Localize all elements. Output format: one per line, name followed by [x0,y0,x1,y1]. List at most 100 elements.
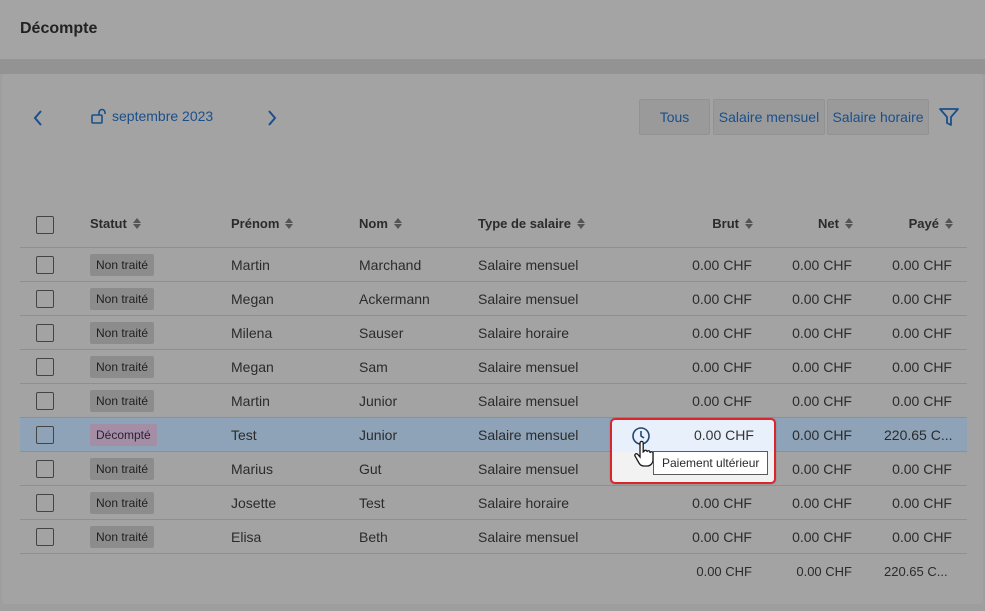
table-header: Statut Prénom Nom Type de salaire Brut N… [20,206,967,248]
totals-row: 0.00 CHF 0.00 CHF 220.65 C... [20,556,967,586]
row-checkbox[interactable] [36,460,54,478]
highlight-frame [610,418,776,484]
table-row[interactable]: Non traité Martin Junior Salaire mensuel 0.0… [20,384,967,418]
row-checkbox[interactable] [36,392,54,410]
last-name-cell: Sam [359,359,388,375]
salary-type-cell: Salaire mensuel [478,257,579,273]
page-header: Décompte [0,0,985,60]
column-header-type[interactable]: Type de salaire [478,216,585,231]
table-row[interactable]: Non traité Megan Ackermann Salaire mensuel 0… [20,282,967,316]
brut-cell: 0.00 CHF [692,359,752,375]
period-selector[interactable]: septembre 2023 [90,108,213,124]
column-label: Brut [712,216,739,231]
first-name-cell: Test [231,427,257,443]
last-name-cell: Beth [359,529,388,545]
column-header-brut[interactable]: Brut [660,216,753,231]
tab-salaire-mensuel[interactable]: Salaire mensuel [713,99,825,135]
column-label: Type de salaire [478,216,571,231]
column-header-nom[interactable]: Nom [359,216,402,231]
select-all-checkbox[interactable] [36,216,54,234]
salary-type-cell: Salaire mensuel [478,427,579,443]
total-paid: 220.65 C... [884,564,948,579]
first-name-cell: Milena [231,325,273,341]
tab-label: Tous [659,109,690,125]
first-name-cell: Megan [231,359,274,375]
table-row[interactable]: Non traité Martin Marchand Salaire mensuel 0… [20,248,967,282]
previous-month-button[interactable] [28,106,48,130]
paid-cell: 0.00 CHF [892,393,952,409]
first-name-cell: Megan [231,291,274,307]
status-badge: Non traité [90,356,155,378]
row-checkbox[interactable] [36,324,54,342]
table-row[interactable]: Non traité Elisa Beth Salaire mensuel 0.00 C… [20,520,967,554]
row-checkbox[interactable] [36,290,54,308]
salary-type-cell: Salaire horaire [478,495,570,511]
salary-type-cell: Salaire mensuel [478,461,579,477]
status-badge: Non traité [90,288,155,310]
unlock-icon [91,108,106,124]
table-row[interactable]: Non traité Megan Sam Salaire mensuel 0.00 CH… [20,350,967,384]
net-cell: 0.00 CHF [792,291,852,307]
sort-icon [745,218,753,229]
filter-icon[interactable] [938,106,960,128]
first-name-cell: Josette [231,495,277,511]
last-name-cell: Test [359,495,385,511]
table-row[interactable]: Non traité Josette Test Salaire horaire 0.00… [20,486,967,520]
last-name-cell: Junior [359,393,398,409]
status-badge: Non traité [90,526,155,548]
sort-icon [945,218,953,229]
row-checkbox[interactable] [36,426,54,444]
net-cell: 0.00 CHF [792,257,852,273]
table-row[interactable]: Non traité Milena Sauser Salaire horaire 0.0… [20,316,967,350]
total-brut: 0.00 CHF [696,564,752,579]
status-badge: Non traité [90,322,155,344]
brut-cell: 0.00 CHF [692,325,752,341]
sort-icon [393,218,402,229]
column-label: Net [818,216,839,231]
brut-cell: 0.00 CHF [692,393,752,409]
first-name-cell: Marius [231,461,274,477]
total-net: 0.00 CHF [796,564,852,579]
column-header-paye[interactable]: Payé [860,216,953,231]
row-checkbox[interactable] [36,494,54,512]
sort-icon [845,218,853,229]
salary-type-cell: Salaire mensuel [478,359,579,375]
salary-type-cell: Salaire mensuel [478,529,579,545]
last-name-cell: Marchand [359,257,422,273]
column-header-statut[interactable]: Statut [90,216,141,231]
sort-icon [576,218,585,229]
page-title: Décompte [20,20,98,37]
next-month-button[interactable] [262,106,282,130]
table-row[interactable]: Décompté Test Junior Salaire mensuel 0.00 CH… [20,418,967,452]
brut-cell: 0.00 CHF [692,495,752,511]
first-name-cell: Martin [231,257,270,273]
paid-cell: 0.00 CHF [892,495,952,511]
status-badge: Non traité [90,458,155,480]
brut-cell: 0.00 CHF [692,291,752,307]
first-name-cell: Elisa [231,529,262,545]
salary-type-cell: Salaire mensuel [478,291,579,307]
row-checkbox[interactable] [36,528,54,546]
sort-icon [132,218,141,229]
paid-cell: 0.00 CHF [892,257,952,273]
column-label: Nom [359,216,388,231]
last-name-cell: Junior [359,427,398,443]
row-checkbox[interactable] [36,358,54,376]
status-badge: Non traité [90,492,155,514]
paid-cell: 0.00 CHF [892,529,952,545]
net-cell: 0.00 CHF [792,393,852,409]
column-header-prenom[interactable]: Prénom [231,216,294,231]
row-checkbox[interactable] [36,256,54,274]
column-header-net[interactable]: Net [760,216,853,231]
status-badge: Non traité [90,254,155,276]
net-cell: 0.00 CHF [792,325,852,341]
tab-salaire-horaire[interactable]: Salaire horaire [827,99,929,135]
paid-cell: 0.00 CHF [892,359,952,375]
paid-cell: 220.65 C... [884,427,953,443]
tab-tous[interactable]: Tous [639,99,710,135]
tab-label: Salaire mensuel [718,109,820,125]
net-cell: 0.00 CHF [792,529,852,545]
table-row[interactable]: Non traité Marius Gut Salaire mensuel 0.00 C… [20,452,967,486]
net-cell: 0.00 CHF [792,495,852,511]
brut-cell: 0.00 CHF [692,529,752,545]
